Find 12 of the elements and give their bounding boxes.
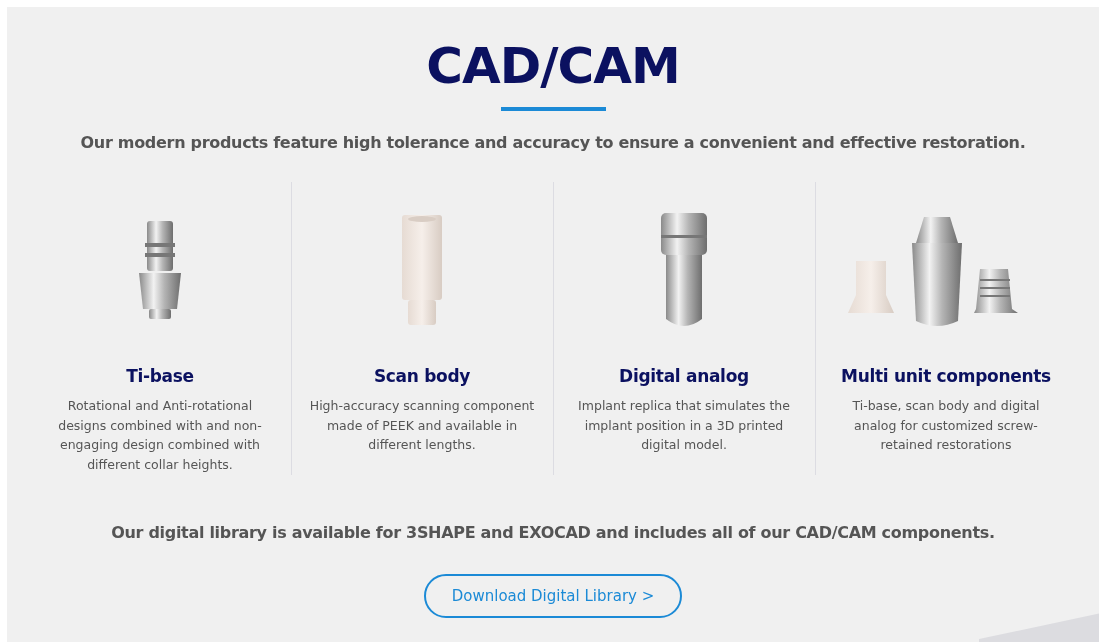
product-description: Rotational and Anti-rotational designs combined with and non-engaging design combined with different collar heights. [57, 397, 263, 474]
library-note: Our digital library is available for 3SHAPE and EXOCAD and includes all of our CAD/CAM components. [111, 523, 995, 542]
download-library-button[interactable]: Download Digital Library > [423, 574, 683, 618]
product-title: Ti-base [126, 366, 194, 386]
product-description: Ti-base, scan body and digital analog for customized screw-retained restorations [851, 397, 1041, 454]
section-subtitle: Our modern products feature high tolerance and accuracy to ensure a convenient and effective restoration. [80, 133, 1026, 152]
product-title: Multi unit components [841, 366, 1051, 386]
product-title: Scan body [373, 366, 471, 386]
product-title: Digital analog [619, 366, 749, 386]
section-title: CAD/CAM [426, 37, 680, 95]
product-description: Implant replica that simulates the implant position in a 3D printed digital model. [577, 397, 791, 454]
product-description: High-accuracy scanning component made of PEEK and available in different lengths. [308, 397, 536, 454]
